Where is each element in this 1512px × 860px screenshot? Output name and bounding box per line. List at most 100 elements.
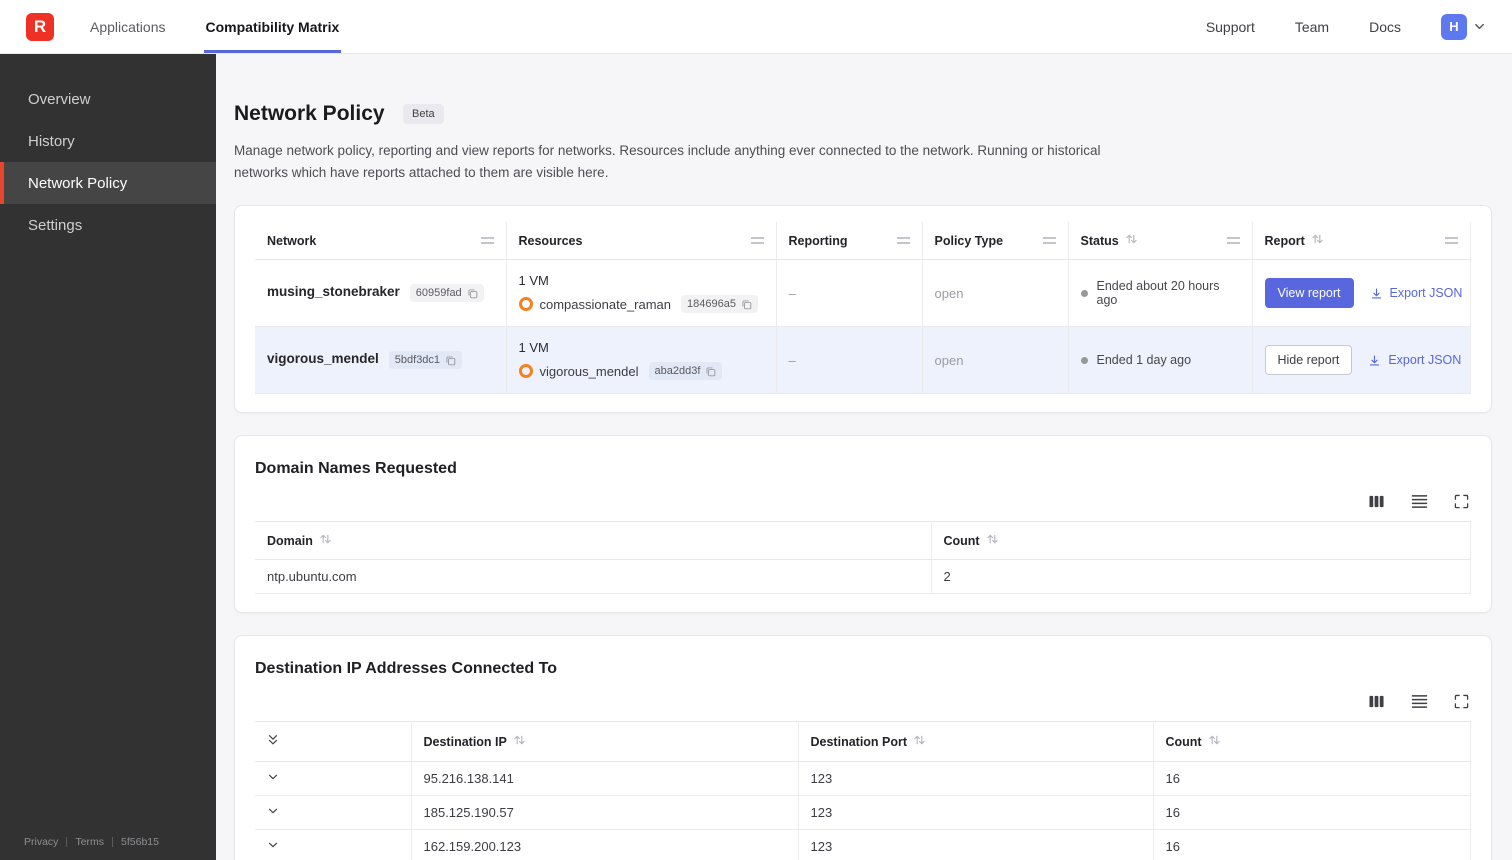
columns-view-icon[interactable] xyxy=(1368,494,1385,509)
resource-id-badge: aba2dd3f xyxy=(648,362,723,381)
sort-icon[interactable] xyxy=(513,734,526,749)
count-cell: 16 xyxy=(1153,829,1471,860)
sort-icon[interactable] xyxy=(1125,233,1138,248)
topbar-left: R Applications Compatibility Matrix xyxy=(26,0,377,53)
col-label-destination-port: Destination Port xyxy=(810,734,908,749)
drag-handle-icon[interactable] xyxy=(480,237,494,245)
copy-icon[interactable] xyxy=(705,366,716,377)
networks-card: Network Resources Reporting Policy Type … xyxy=(234,205,1492,414)
fullscreen-icon[interactable] xyxy=(1454,494,1469,509)
expand-row-icon[interactable] xyxy=(267,839,279,851)
destination-port-cell: 123 xyxy=(798,795,1154,831)
network-id: 60959fad xyxy=(415,287,462,300)
copy-icon[interactable] xyxy=(741,299,752,310)
page-description: Manage network policy, reporting and vie… xyxy=(234,143,1101,180)
sort-icon[interactable] xyxy=(913,734,926,749)
domains-card: Domain Names Requested Domain Count ntp.… xyxy=(234,435,1492,614)
expand-row-icon[interactable] xyxy=(267,805,279,817)
network-id-badge: 60959fad xyxy=(409,284,484,303)
footer-divider xyxy=(112,837,114,847)
export-json-link[interactable]: Export JSON xyxy=(1370,286,1462,300)
tab-applications[interactable]: Applications xyxy=(88,0,168,53)
count-value: 2 xyxy=(943,569,951,585)
tab-compatibility-matrix[interactable]: Compatibility Matrix xyxy=(203,0,342,53)
drag-handle-icon[interactable] xyxy=(1226,237,1240,245)
app-logo[interactable]: R xyxy=(26,12,54,41)
drag-handle-icon[interactable] xyxy=(750,237,764,245)
policy-type-cell: open xyxy=(922,326,1069,395)
network-cell: vigorous_mendel 5bdf3dc1 xyxy=(255,326,507,395)
status-cell: Ended about 20 hours ago xyxy=(1068,259,1253,328)
sort-icon[interactable] xyxy=(986,533,999,548)
sort-icon[interactable] xyxy=(319,533,332,548)
sidebar-footer: Privacy Terms 5f56b15 xyxy=(0,822,216,860)
count-value: 16 xyxy=(1165,839,1180,855)
drag-handle-icon[interactable] xyxy=(896,237,910,245)
destination-row[interactable]: 185.125.190.57 123 16 xyxy=(255,795,1471,831)
nav-team[interactable]: Team xyxy=(1295,19,1329,35)
page-header: Network Policy Beta Manage network polic… xyxy=(234,102,1492,183)
col-header-policy-type: Policy Type xyxy=(922,222,1069,261)
sidebar-item-settings[interactable]: Settings xyxy=(0,204,216,246)
row-density-icon[interactable] xyxy=(1411,694,1428,709)
drag-handle-icon[interactable] xyxy=(1042,237,1056,245)
destination-port-value: 123 xyxy=(810,771,833,787)
sort-icon[interactable] xyxy=(1311,233,1324,248)
page-title: Network Policy xyxy=(234,102,385,125)
policy-type-cell: open xyxy=(922,259,1069,328)
network-row[interactable]: vigorous_mendel 5bdf3dc1 1 VM vigorous_me… xyxy=(255,326,1471,395)
terms-link[interactable]: Terms xyxy=(75,836,104,848)
copy-icon[interactable] xyxy=(467,288,478,299)
count-cell: 16 xyxy=(1153,795,1471,831)
reporting-cell: – xyxy=(776,326,923,395)
col-header-report: Report xyxy=(1252,222,1471,261)
col-header-resources: Resources xyxy=(506,222,777,261)
destination-row[interactable]: 95.216.138.141 123 16 xyxy=(255,761,1471,797)
expand-row-icon[interactable] xyxy=(267,771,279,783)
domain-value: ntp.ubuntu.com xyxy=(267,569,357,585)
sidebar-item-overview[interactable]: Overview xyxy=(0,78,216,120)
resource-id: aba2dd3f xyxy=(654,365,701,378)
resources-summary: 1 VM xyxy=(518,273,549,289)
fullscreen-icon[interactable] xyxy=(1454,694,1469,709)
network-cell: musing_stonebraker 60959fad xyxy=(255,259,507,328)
network-row[interactable]: musing_stonebraker 60959fad 1 VM compassi… xyxy=(255,259,1471,328)
footer-divider xyxy=(66,837,68,847)
vm-resource-icon xyxy=(518,364,533,379)
columns-view-icon[interactable] xyxy=(1368,694,1385,709)
col-header-reporting: Reporting xyxy=(776,222,923,261)
sidebar-item-history[interactable]: History xyxy=(0,120,216,162)
copy-icon[interactable] xyxy=(445,355,456,366)
export-json-link[interactable]: Export JSON xyxy=(1368,353,1461,367)
col-header-status: Status xyxy=(1068,222,1253,261)
nav-docs[interactable]: Docs xyxy=(1369,19,1401,35)
expand-all-icon[interactable] xyxy=(267,733,279,747)
count-cell: 2 xyxy=(931,559,1471,595)
col-label-destination-ip: Destination IP xyxy=(423,734,507,749)
drag-handle-icon[interactable] xyxy=(1445,237,1458,245)
main-content: Network Policy Beta Manage network polic… xyxy=(216,54,1512,860)
network-id-badge: 5bdf3dc1 xyxy=(388,351,463,370)
expander-cell xyxy=(255,829,412,860)
destination-row[interactable]: 162.159.200.123 123 16 xyxy=(255,829,1471,860)
privacy-link[interactable]: Privacy xyxy=(24,836,58,848)
export-json-label: Export JSON xyxy=(1388,353,1462,368)
col-header-count: Count xyxy=(931,521,1471,561)
build-version: 5f56b15 xyxy=(121,836,159,848)
nav-support[interactable]: Support xyxy=(1206,19,1255,35)
resource-name: vigorous_mendel xyxy=(539,363,639,379)
status-text: Ended 1 day ago xyxy=(1096,353,1192,368)
row-density-icon[interactable] xyxy=(1411,494,1428,509)
sidebar: Overview History Network Policy Settings… xyxy=(0,54,216,860)
col-label-count: Count xyxy=(943,533,980,548)
sort-icon[interactable] xyxy=(1208,734,1221,749)
domain-row[interactable]: ntp.ubuntu.com 2 xyxy=(255,559,1471,595)
report-cell: View report Export JSON xyxy=(1252,259,1471,328)
user-menu-chevron-icon[interactable] xyxy=(1473,20,1486,33)
user-avatar[interactable]: H xyxy=(1441,13,1467,40)
download-icon xyxy=(1370,355,1380,366)
hide-report-button[interactable]: Hide report xyxy=(1264,345,1353,376)
sidebar-item-network-policy[interactable]: Network Policy xyxy=(0,162,216,204)
view-report-button[interactable]: View report xyxy=(1264,278,1354,309)
expander-cell xyxy=(255,761,412,797)
